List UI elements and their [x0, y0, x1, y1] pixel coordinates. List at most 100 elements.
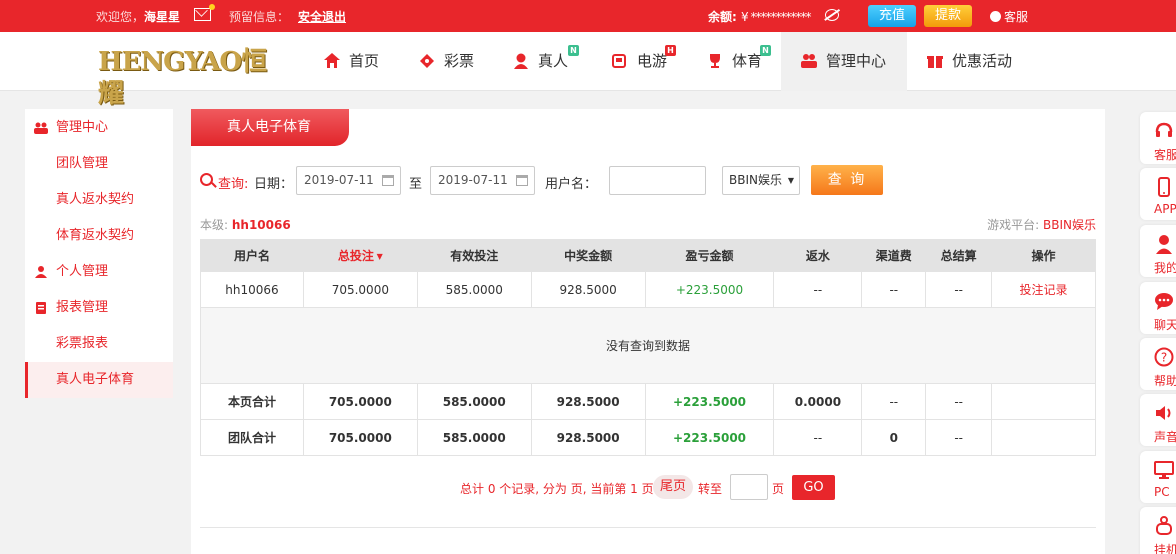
- ticket-icon: [420, 54, 434, 68]
- empty-row: 没有查询到数据: [200, 307, 1096, 384]
- float-chat[interactable]: 聊天: [1140, 282, 1176, 334]
- balance: 余额: ¥ ************: [708, 10, 811, 24]
- search-form: 查询: 日期： 2019-07-11 至 2019-07-11 用户名： BBI…: [200, 165, 1090, 196]
- float-help[interactable]: ? 帮助: [1140, 338, 1176, 390]
- reserve-info: 预留信息：: [229, 10, 290, 24]
- cell-winnings: 928.5000: [530, 419, 646, 456]
- sidebar-item-lottery-report[interactable]: 彩票报表: [25, 326, 173, 362]
- col-username: 用户名: [200, 239, 304, 272]
- float-app[interactable]: APP: [1140, 168, 1176, 220]
- logout-link[interactable]: 安全退出: [298, 8, 346, 25]
- col-winnings: 中奖金额: [530, 239, 646, 272]
- nav-management[interactable]: 管理中心: [781, 32, 907, 91]
- cell-valid-bet: 585.0000: [416, 419, 532, 456]
- sidebar-item-management-center[interactable]: 管理中心: [25, 110, 173, 146]
- report-icon: [36, 302, 46, 314]
- nav-live[interactable]: 真人 N: [512, 32, 579, 91]
- withdraw-button[interactable]: 提款: [924, 5, 972, 27]
- cell-profit-loss: +223.5000: [644, 383, 775, 420]
- pagination: 总计 0 个记录, 分为 页, 当前第 1 页 尾页 转至 页 GO: [191, 474, 1105, 500]
- people-icon: [34, 122, 48, 134]
- cell-profit-loss: +223.5000: [644, 419, 775, 456]
- svg-text:?: ?: [1161, 351, 1167, 365]
- col-channel-fee: 渠道费: [861, 239, 927, 272]
- logo[interactable]: HENGYAO恒耀: [98, 46, 286, 109]
- cell-total-bet: 705.0000: [302, 383, 418, 420]
- tab-live-electronic-sports[interactable]: 真人电子体育: [191, 109, 349, 146]
- col-profit-loss: 盈亏金额: [644, 239, 775, 272]
- date-to-input[interactable]: 2019-07-11: [430, 166, 535, 195]
- main-nav: HENGYAO恒耀 首页 彩票 真人 N 电游 H 体育 N 管理中心 优惠活动: [0, 32, 1176, 109]
- page-number-input[interactable]: [730, 474, 768, 500]
- report-table: 用户名 总投注 有效投注 中奖金额 盈亏金额 返水 渠道费 总结算 操作 hh1…: [200, 239, 1096, 456]
- bet-record-link[interactable]: 投注记录: [991, 271, 1096, 308]
- cell-username: hh10066: [200, 271, 304, 308]
- new-badge: N: [760, 45, 771, 56]
- cell-channel-fee: --: [861, 383, 927, 420]
- sidebar-item-sports-rebate[interactable]: 体育返水契约: [25, 218, 173, 254]
- main-panel: 真人电子体育 查询: 日期： 2019-07-11 至 2019-07-11 用…: [191, 109, 1105, 554]
- speaker-icon: [1156, 406, 1171, 420]
- nav-slots[interactable]: 电游 H: [611, 32, 676, 91]
- sidebar: 管理中心 团队管理 真人返水契约 体育返水契约 个人管理 报表管理 彩票报表 真…: [25, 109, 173, 398]
- query-button[interactable]: 查 询: [811, 165, 883, 195]
- hot-badge: H: [665, 45, 676, 56]
- float-pc[interactable]: PC: [1140, 451, 1176, 503]
- level-info: 本级: hh10066: [200, 218, 291, 232]
- dealer-icon: [514, 53, 528, 69]
- nav-promotions[interactable]: 优惠活动: [926, 32, 1012, 91]
- cell-settlement: --: [925, 383, 993, 420]
- float-service[interactable]: 客服: [1140, 112, 1176, 164]
- sidebar-item-live-electronic-sports[interactable]: 真人电子体育: [25, 362, 173, 398]
- cell-settlement: --: [925, 271, 993, 308]
- cell-profit-loss: +223.5000: [644, 271, 775, 308]
- recharge-button[interactable]: 充值: [868, 5, 916, 27]
- home-icon: [324, 53, 340, 68]
- trophy-icon: [710, 54, 720, 68]
- cell-valid-bet: 585.0000: [416, 383, 532, 420]
- unread-dot: [209, 4, 215, 10]
- cell-winnings: 928.5000: [530, 383, 646, 420]
- sidebar-item-live-rebate[interactable]: 真人返水契约: [25, 182, 173, 218]
- mail-icon[interactable]: [194, 4, 215, 21]
- sidebar-item-personal[interactable]: 个人管理: [25, 254, 173, 290]
- sidebar-item-team[interactable]: 团队管理: [25, 146, 173, 182]
- last-page-button[interactable]: 尾页: [653, 475, 693, 499]
- cell-label: 本页合计: [200, 383, 304, 420]
- nav-lottery[interactable]: 彩票: [418, 32, 474, 91]
- date-from-input[interactable]: 2019-07-11: [296, 166, 401, 195]
- col-rebate: 返水: [773, 239, 863, 272]
- col-settlement: 总结算: [925, 239, 993, 272]
- gift-icon: [927, 56, 943, 68]
- go-button[interactable]: GO: [792, 475, 835, 500]
- platform-info: 游戏平台: BBIN娱乐: [987, 218, 1096, 232]
- table-row: hh10066 705.0000 585.0000 928.5000 +223.…: [200, 271, 1096, 308]
- monitor-icon: [1154, 461, 1174, 479]
- float-hangup[interactable]: 挂机: [1140, 507, 1176, 554]
- cell-rebate: 0.0000: [773, 383, 863, 420]
- team-total-row: 团队合计 705.0000 585.0000 928.5000 +223.500…: [200, 419, 1096, 456]
- nav-sports[interactable]: 体育 N: [706, 32, 771, 91]
- username-input[interactable]: [609, 166, 706, 195]
- float-sound[interactable]: 声音: [1140, 394, 1176, 446]
- page-total-row: 本页合计 705.0000 585.0000 928.5000 +223.500…: [200, 383, 1096, 420]
- phone-icon: [1158, 177, 1170, 197]
- username-label: 用户名：: [545, 177, 598, 192]
- service-link[interactable]: 客服: [990, 8, 1028, 25]
- help-icon: ?: [1154, 347, 1174, 367]
- col-total-bet[interactable]: 总投注: [302, 239, 418, 272]
- robot-icon: [1156, 516, 1172, 535]
- user-icon: [990, 11, 1001, 22]
- platform-select[interactable]: BBIN娱乐: [722, 166, 800, 195]
- sidebar-item-reports[interactable]: 报表管理: [25, 290, 173, 326]
- level-user: hh10066: [231, 218, 291, 232]
- person-icon: [35, 266, 47, 278]
- people-icon: [801, 54, 817, 68]
- float-mine[interactable]: 我的: [1140, 225, 1176, 277]
- nav-home[interactable]: 首页: [323, 32, 379, 91]
- search-icon: [200, 173, 213, 186]
- calendar-icon: [382, 175, 394, 186]
- hide-balance-icon[interactable]: [825, 9, 839, 21]
- cell-channel-fee: --: [861, 271, 927, 308]
- chat-icon: [1155, 293, 1173, 310]
